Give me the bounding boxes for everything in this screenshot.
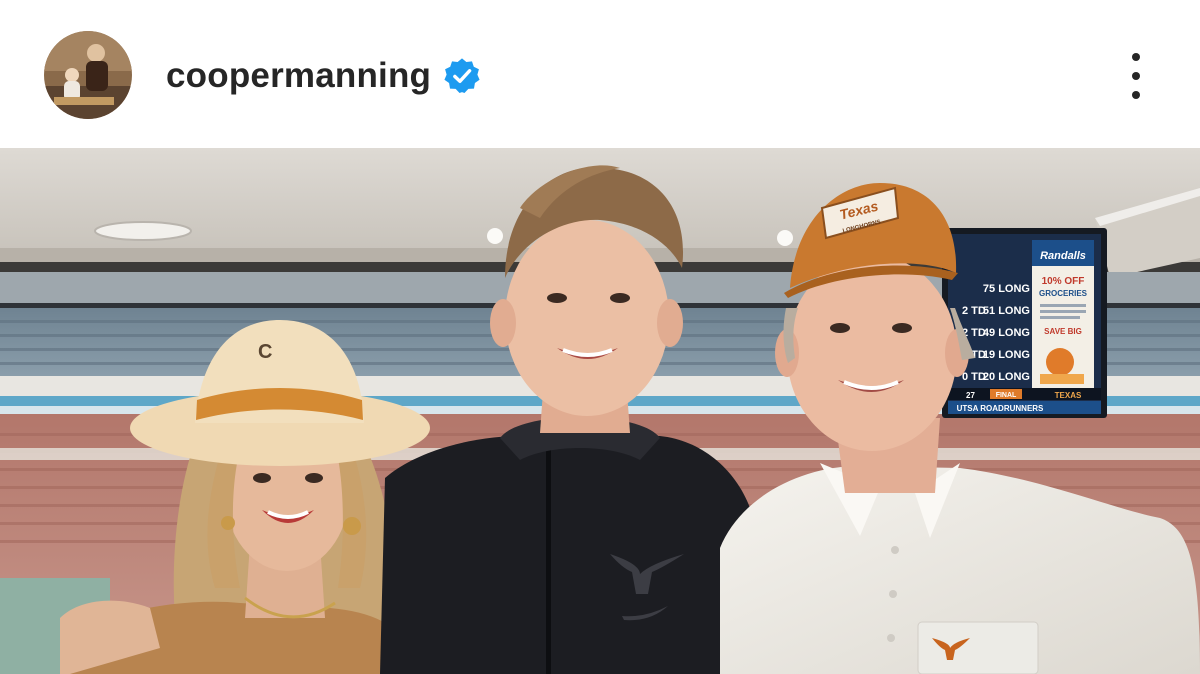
scoreboard-promo-3: SAVE BIG [1044,327,1082,336]
ticker-bottom: UTSA ROADRUNNERS [957,404,1044,413]
more-options-dot [1132,91,1140,99]
hat-letter: C [258,341,272,363]
stat-row: 51 LONG [983,305,1030,317]
ticker-team: TEXAS [1055,391,1082,400]
scoreboard-promo-1: 10% OFF [1042,276,1085,287]
stat-row: 49 LONG [983,327,1030,339]
instagram-post: coopermanning Randalls 10% OFF GROCERIES… [0,0,1200,674]
scoreboard-promo-2: GROCERIES [1039,289,1088,298]
scoreboard-tv: Randalls 10% OFF GROCERIES SAVE BIG 75 L… [942,228,1107,418]
profile-avatar[interactable] [44,31,132,119]
more-options-dot [1132,72,1140,80]
ticker-final: FINAL [996,392,1017,399]
photo-scene: Randalls 10% OFF GROCERIES SAVE BIG 75 L… [0,148,1200,674]
ticker-score: 27 [966,391,975,400]
username-row: coopermanning [166,52,481,100]
username-link[interactable]: coopermanning [166,56,431,96]
stat-row: 20 LONG [983,371,1030,383]
more-options-icon[interactable] [1116,50,1156,102]
verified-badge-icon [443,57,481,95]
scoreboard-sponsor: Randalls [1040,250,1086,262]
more-options-dot [1132,53,1140,61]
stat-row: 75 LONG [983,283,1030,295]
post-photo[interactable]: Randalls 10% OFF GROCERIES SAVE BIG 75 L… [0,148,1200,674]
avatar-photo [44,31,132,119]
post-header: coopermanning [0,0,1200,148]
stat-row: 19 LONG [983,349,1030,361]
